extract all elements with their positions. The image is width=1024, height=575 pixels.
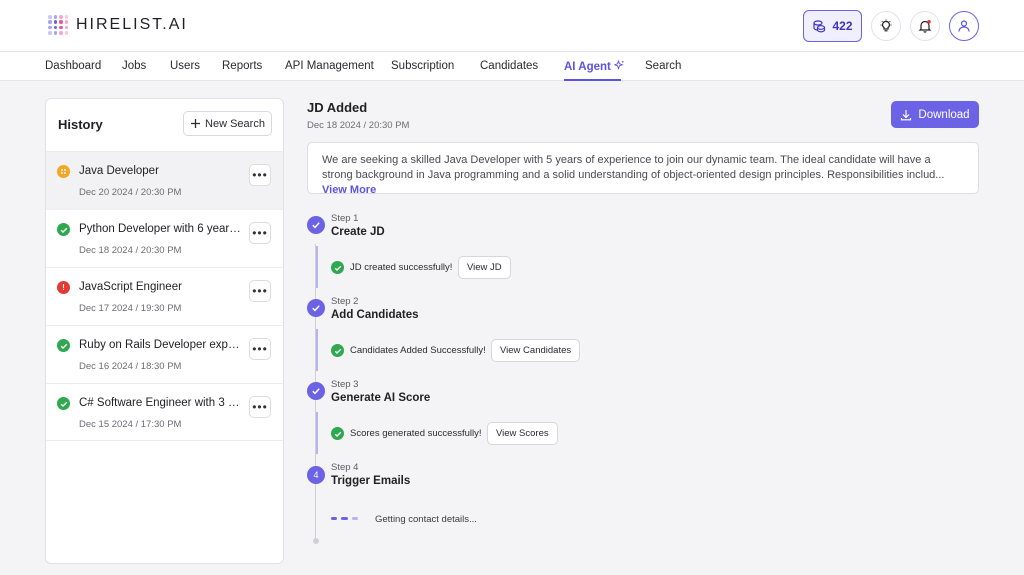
step-number-badge: 4	[307, 466, 325, 484]
step-title: Add Candidates	[331, 309, 419, 321]
step-status-text: Scores generated successfully!	[350, 428, 482, 439]
step-status-text: Getting contact details...	[375, 514, 477, 525]
step-status: Scores generated successfully!	[331, 427, 481, 440]
history-item-date: Dec 18 2024 / 20:30 PM	[79, 245, 182, 256]
history-item-name: Python Developer with 6 years of experie…	[79, 223, 241, 235]
history-item-name: C# Software Engineer with 3 years experi…	[79, 397, 241, 409]
top-bar: HIRELIST.AI 422	[0, 0, 1024, 52]
nav-reports[interactable]: Reports	[222, 60, 262, 72]
step-title: Trigger Emails	[331, 475, 411, 487]
page-title: JD Added	[307, 100, 368, 115]
nav-jobs[interactable]: Jobs	[122, 60, 146, 72]
step-status-text: JD created successfully!	[350, 262, 453, 273]
more-dots-icon: •••	[252, 342, 268, 356]
success-check-icon	[57, 223, 70, 236]
history-item-date: Dec 15 2024 / 17:30 PM	[79, 419, 182, 430]
credits-badge[interactable]: 422	[803, 10, 862, 42]
user-icon	[958, 20, 970, 32]
history-item[interactable]: Java Developer Dec 20 2024 / 20:30 PM ••…	[46, 151, 283, 209]
sparkle-icon	[613, 59, 625, 70]
history-item[interactable]: Python Developer with 6 years of experie…	[46, 209, 283, 267]
success-check-icon	[331, 344, 344, 357]
nav-ai-agent[interactable]: AI Agent	[564, 59, 625, 73]
step-label: Step 4	[331, 462, 359, 473]
in-progress-icon	[57, 165, 70, 178]
step-complete-check-icon	[307, 299, 325, 317]
history-item[interactable]: ! JavaScript Engineer Dec 17 2024 / 19:3…	[46, 267, 283, 325]
download-button[interactable]: Download	[891, 101, 979, 128]
page-date: Dec 18 2024 / 20:30 PM	[307, 120, 410, 131]
success-check-icon	[57, 339, 70, 352]
nav-users[interactable]: Users	[170, 60, 200, 72]
view-scores-button[interactable]: View Scores	[487, 422, 558, 445]
success-check-icon	[331, 427, 344, 440]
more-dots-icon: •••	[252, 226, 268, 240]
more-dots-icon: •••	[252, 400, 268, 414]
history-item-name: Java Developer	[79, 165, 159, 177]
step-complete-check-icon	[307, 382, 325, 400]
more-options-button[interactable]: •••	[249, 396, 271, 418]
step-status-text: Candidates Added Successfully!	[350, 345, 486, 356]
history-panel: History New Search Java Developer Dec 20…	[45, 98, 284, 564]
history-item-name: JavaScript Engineer	[79, 281, 182, 293]
step-progress-bar	[316, 246, 318, 288]
nav-search[interactable]: Search	[645, 60, 681, 72]
active-tab-indicator	[564, 79, 621, 81]
credits-count: 422	[832, 19, 853, 33]
nav-api-management[interactable]: API Management	[285, 60, 374, 72]
notifications-button[interactable]	[910, 11, 940, 41]
more-options-button[interactable]: •••	[249, 280, 271, 302]
history-item-date: Dec 16 2024 / 18:30 PM	[79, 361, 182, 372]
step-status: JD created successfully!	[331, 261, 452, 274]
history-item[interactable]: C# Software Engineer with 3 years experi…	[46, 383, 283, 441]
coins-icon	[813, 20, 826, 33]
brand-name: HIRELIST.AI	[76, 16, 188, 33]
profile-button[interactable]	[949, 11, 979, 41]
nav-ai-agent-label: AI Agent	[564, 61, 611, 73]
loading-indicator	[331, 517, 358, 520]
view-more-link[interactable]: View More	[322, 184, 376, 196]
more-dots-icon: •••	[252, 168, 268, 182]
new-search-label: New Search	[205, 117, 265, 130]
jd-description: We are seeking a skilled Java Developer …	[307, 142, 979, 196]
new-search-button[interactable]: New Search	[183, 111, 272, 136]
nav-subscription[interactable]: Subscription	[391, 60, 454, 72]
main-nav: Dashboard Jobs Users Reports API Managem…	[0, 52, 1024, 81]
theme-button[interactable]	[871, 11, 901, 41]
step-label: Step 2	[331, 296, 359, 307]
more-options-button[interactable]: •••	[249, 222, 271, 244]
view-jd-button[interactable]: View JD	[458, 256, 511, 279]
step-label: Step 3	[331, 379, 359, 390]
plus-icon	[191, 119, 201, 128]
success-check-icon	[331, 261, 344, 274]
success-check-icon	[57, 397, 70, 410]
nav-candidates[interactable]: Candidates	[480, 60, 538, 72]
history-item-date: Dec 17 2024 / 19:30 PM	[79, 303, 182, 314]
logo-mark-icon	[48, 15, 68, 35]
history-item[interactable]: Ruby on Rails Developer expert in backen…	[46, 325, 283, 383]
jd-description-text: We are seeking a skilled Java Developer …	[322, 154, 945, 181]
error-icon: !	[57, 281, 70, 294]
view-candidates-button[interactable]: View Candidates	[491, 339, 581, 362]
history-title: History	[58, 117, 103, 132]
step-title: Generate AI Score	[331, 392, 431, 404]
nav-dashboard[interactable]: Dashboard	[45, 60, 101, 72]
step-status: Candidates Added Successfully!	[331, 344, 486, 357]
bell-icon	[918, 20, 932, 33]
download-icon	[901, 109, 912, 120]
step-progress-bar	[316, 329, 318, 371]
history-item-name: Ruby on Rails Developer expert in backen…	[79, 339, 241, 351]
step-title: Create JD	[331, 226, 385, 238]
step-complete-check-icon	[307, 216, 325, 234]
more-options-button[interactable]: •••	[249, 164, 271, 186]
step-progress-bar	[316, 412, 318, 454]
logo[interactable]: HIRELIST.AI	[48, 15, 188, 35]
lightbulb-icon	[880, 19, 892, 32]
more-dots-icon: •••	[252, 284, 268, 298]
history-item-date: Dec 20 2024 / 20:30 PM	[79, 187, 182, 198]
step-label: Step 1	[331, 213, 359, 224]
timeline-end-dot	[313, 538, 319, 544]
download-label: Download	[918, 108, 970, 121]
more-options-button[interactable]: •••	[249, 338, 271, 360]
